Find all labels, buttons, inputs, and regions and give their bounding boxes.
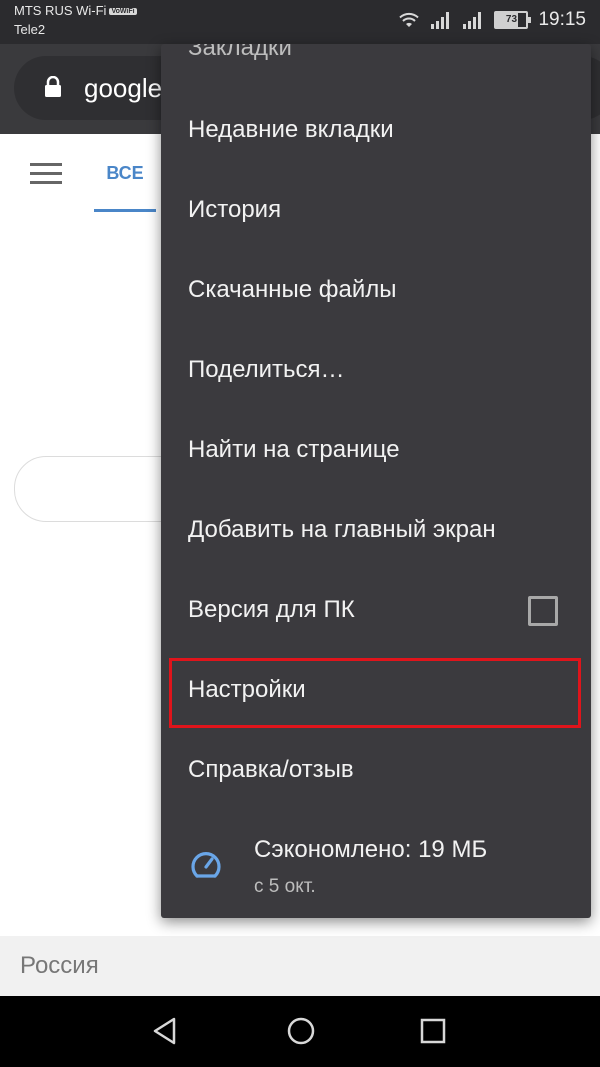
carrier-secondary: Tele2 [14,22,46,37]
menu-item-desktop-site[interactable]: Версия для ПК [161,570,591,650]
carrier-primary: MTS RUS Wi-Fi VoWiFi [14,3,137,18]
menu-item-history[interactable]: История [161,170,591,250]
home-icon[interactable] [286,1016,316,1046]
signal-icon-2 [463,12,482,29]
desktop-site-checkbox[interactable] [528,596,558,626]
menu-item-downloads[interactable]: Скачанные файлы [161,250,591,330]
clock: 19:15 [538,9,586,30]
menu-item-bookmarks[interactable]: Закладки [161,44,591,88]
tab-all[interactable]: ВСЕ [94,148,156,212]
overflow-menu: Закладки Недавние вкладки История Скачан… [161,44,591,918]
battery-icon: 73 [494,11,532,29]
data-savings-item[interactable]: Сэкономлено: 19 МБ с 5 окт. [161,810,591,918]
navigation-bar [0,996,600,1067]
url-text[interactable]: google [84,73,162,104]
battery-level: 73 [505,14,518,25]
region-footer: Россия [0,936,600,996]
status-bar: MTS RUS Wi-Fi VoWiFi Tele2 73 19:15 [0,0,600,44]
lock-icon [45,76,61,97]
hamburger-menu-icon[interactable] [30,162,64,186]
menu-item-share[interactable]: Поделиться… [161,330,591,410]
menu-item-help-feedback[interactable]: Справка/отзыв [161,730,591,810]
menu-item-add-to-home[interactable]: Добавить на главный экран [161,490,591,570]
wifi-icon [399,12,420,27]
settings-highlight-box [169,658,581,728]
region-label: Россия [20,952,99,979]
recent-apps-icon[interactable] [420,1018,446,1044]
data-saver-icon [191,852,221,878]
signal-icon [431,12,450,29]
status-icons: 73 19:15 [398,9,586,31]
savings-since: с 5 окт. [254,876,316,897]
vowifi-badge: VoWiFi [109,8,137,15]
savings-title: Сэкономлено: 19 МБ [254,836,488,863]
menu-item-find-in-page[interactable]: Найти на странице [161,410,591,490]
back-icon[interactable] [150,1016,180,1046]
menu-item-recent-tabs[interactable]: Недавние вкладки [161,90,591,170]
